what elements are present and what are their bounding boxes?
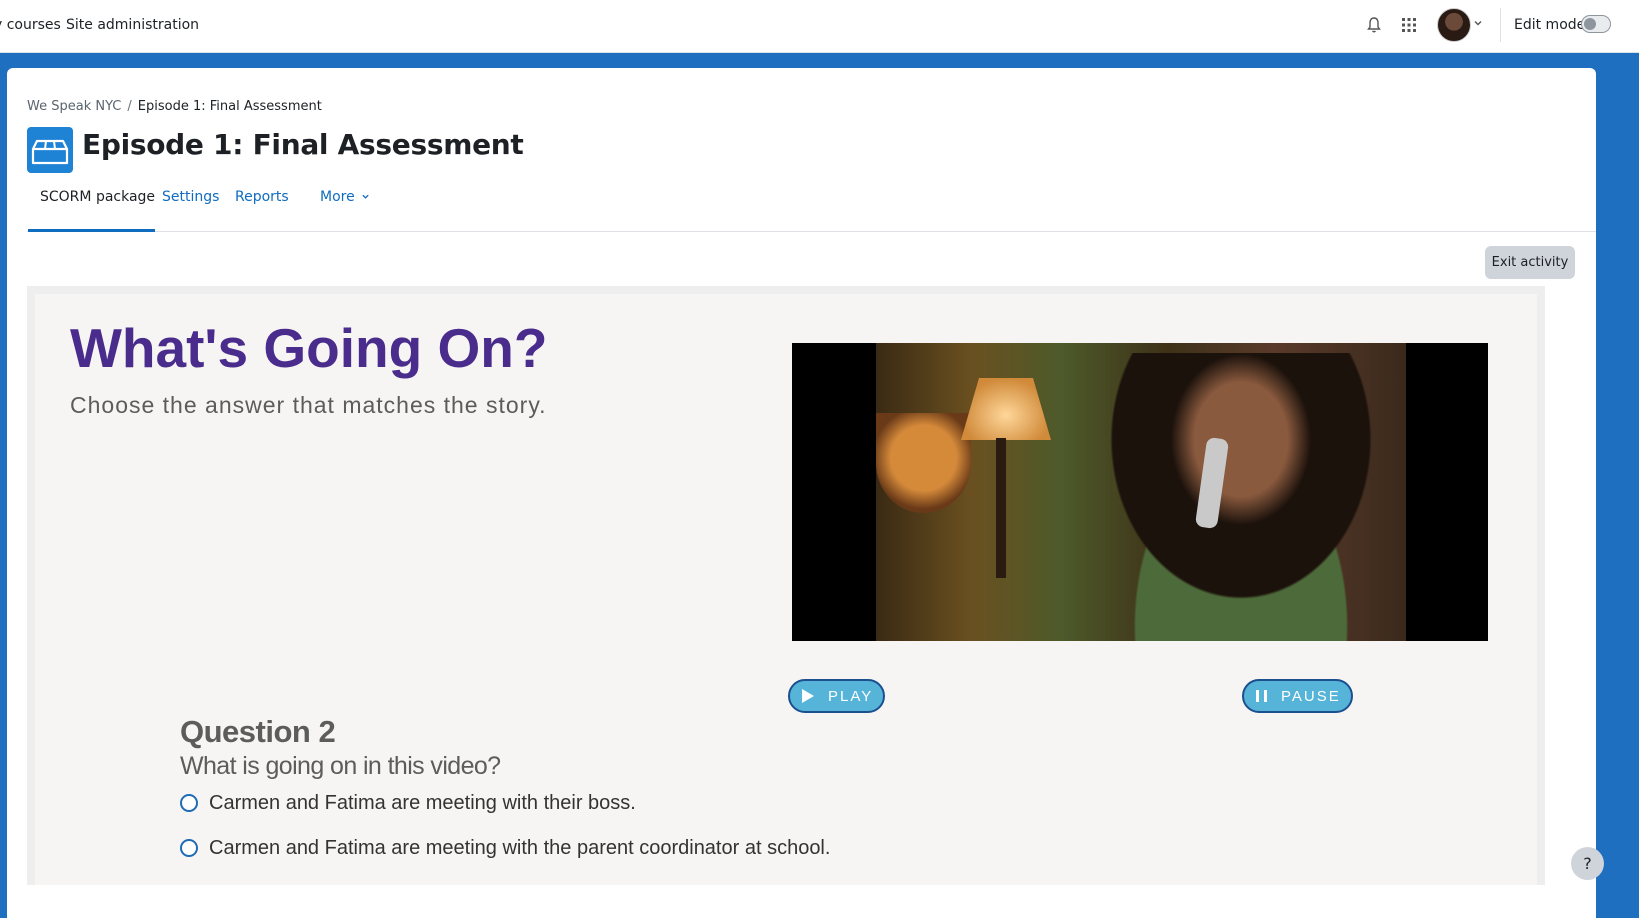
tabs-divider (27, 231, 1596, 232)
nav-my-courses[interactable]: y courses (0, 17, 61, 33)
tab-scorm-package[interactable]: SCORM package (40, 189, 155, 205)
toggle-knob (1584, 18, 1596, 30)
tab-settings[interactable]: Settings (162, 189, 219, 205)
pause-icon (1256, 690, 1267, 702)
page-title: Episode 1: Final Assessment (82, 128, 524, 161)
answer-option-label[interactable]: Carmen and Fatima are meeting with their… (209, 792, 636, 815)
top-navbar: y courses Site administration Edit mode (0, 0, 1639, 53)
answer-option-label[interactable]: Carmen and Fatima are meeting with the p… (209, 837, 830, 860)
bell-icon[interactable] (1366, 16, 1382, 34)
answer-option[interactable]: Carmen and Fatima are meeting with the p… (180, 835, 830, 861)
edit-mode-label: Edit mode (1514, 17, 1586, 33)
play-button-label: PLAY (828, 687, 874, 705)
answer-option[interactable]: Carmen and Fatima are meeting with their… (180, 790, 636, 816)
scorm-slide: What's Going On? Choose the answer that … (35, 294, 1537, 885)
radio-button[interactable] (180, 794, 198, 812)
video-frame-image (876, 343, 1406, 641)
edit-mode-toggle[interactable] (1581, 15, 1611, 33)
play-button[interactable]: PLAY (788, 679, 885, 713)
play-icon (802, 689, 814, 703)
tab-reports[interactable]: Reports (235, 189, 289, 205)
exit-activity-button[interactable]: Exit activity (1485, 246, 1575, 279)
pause-button[interactable]: PAUSE (1242, 679, 1353, 713)
help-button[interactable]: ? (1571, 847, 1604, 880)
video-person (1076, 353, 1376, 641)
video-lamp (961, 378, 1051, 440)
video-basket (876, 413, 971, 513)
breadcrumb: We Speak NYC / Episode 1: Final Assessment (27, 99, 322, 114)
breadcrumb-course-link[interactable]: We Speak NYC (27, 99, 121, 114)
video-lamp-stand (996, 438, 1006, 578)
breadcrumb-separator: / (127, 99, 132, 114)
slide-subtitle: Choose the answer that matches the story… (70, 392, 547, 418)
apps-grid-icon[interactable] (1401, 17, 1417, 33)
navbar-divider (1500, 8, 1501, 42)
breadcrumb-current[interactable]: Episode 1: Final Assessment (138, 99, 322, 114)
pause-button-label: PAUSE (1281, 687, 1341, 705)
scorm-player-frame: What's Going On? Choose the answer that … (27, 286, 1545, 885)
nav-site-administration[interactable]: Site administration (66, 17, 199, 33)
slide-title: What's Going On? (70, 317, 548, 379)
question-title: Question 2 (180, 714, 336, 749)
question-text: What is going on in this video? (180, 752, 501, 780)
tab-more[interactable]: More (320, 189, 370, 205)
chevron-down-icon[interactable] (1473, 18, 1483, 28)
active-tab-indicator (28, 229, 155, 232)
radio-button[interactable] (180, 839, 198, 857)
user-avatar[interactable] (1437, 8, 1471, 42)
scorm-package-icon (27, 127, 73, 173)
tab-more-label: More (320, 189, 355, 205)
video-player[interactable] (792, 343, 1488, 641)
chevron-down-icon (362, 194, 369, 199)
